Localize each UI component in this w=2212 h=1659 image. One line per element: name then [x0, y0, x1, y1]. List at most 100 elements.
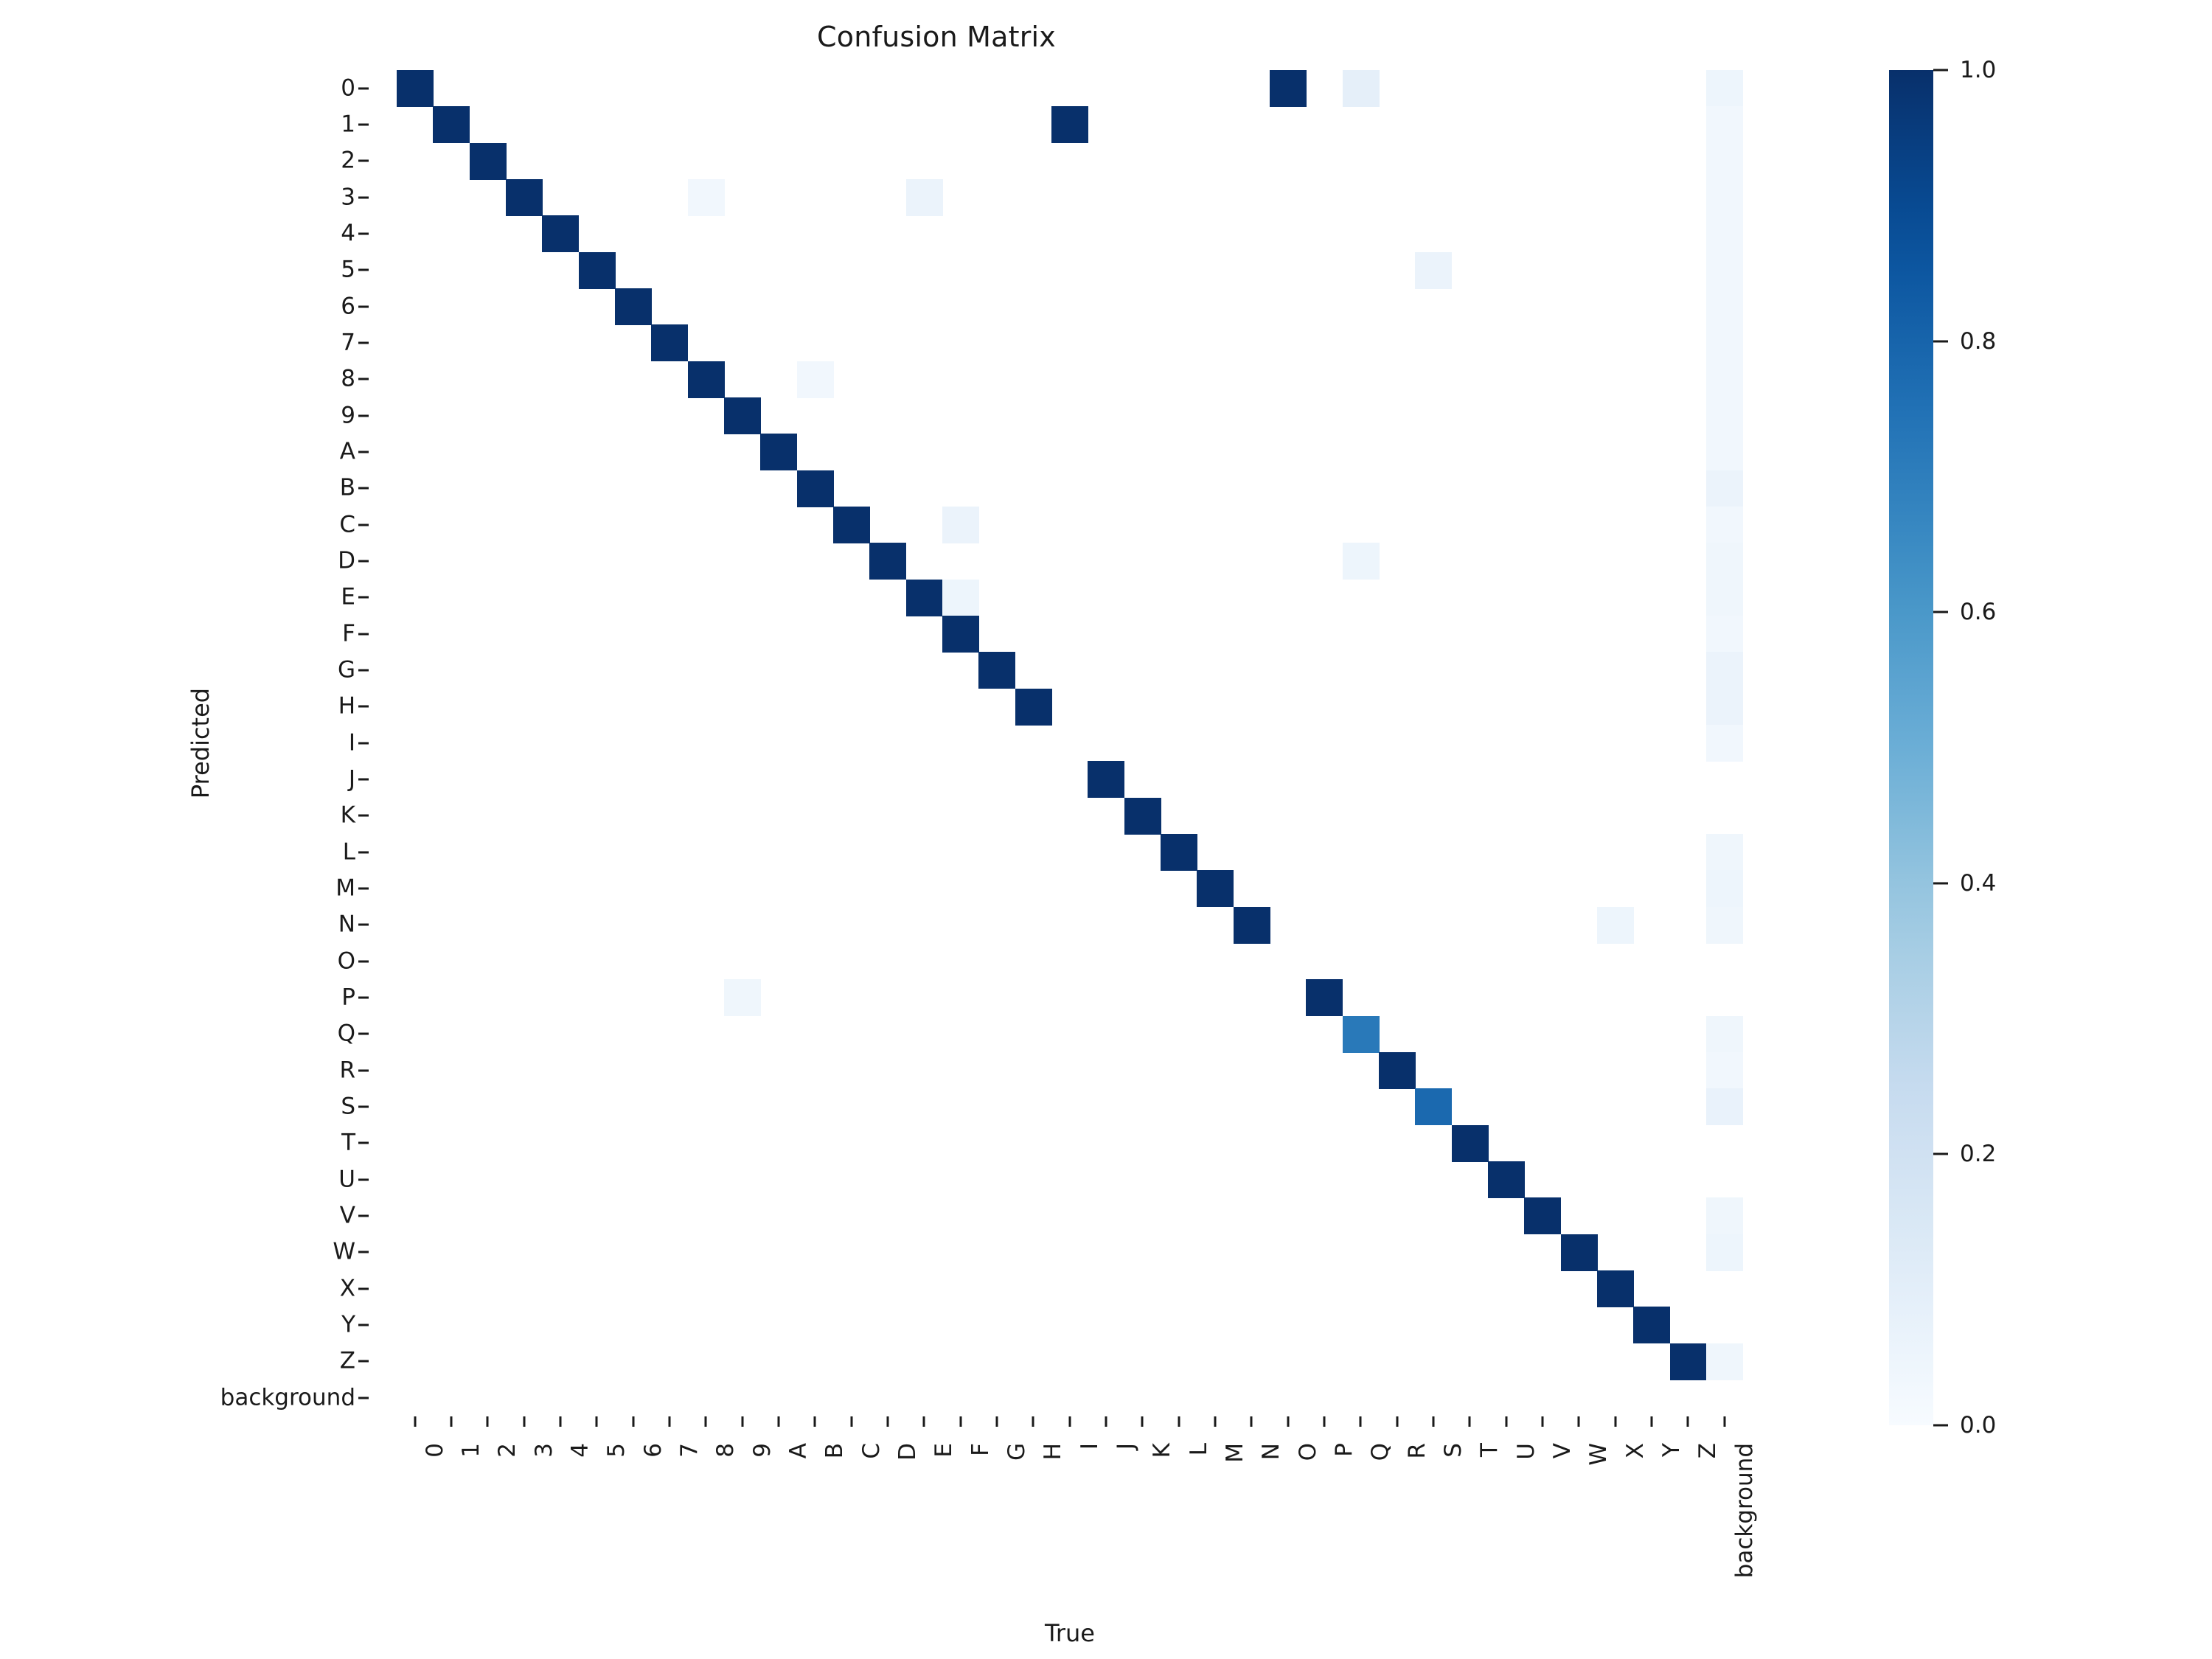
- y-tick-label: X: [339, 1275, 355, 1302]
- x-tick-mark: [414, 1416, 417, 1427]
- x-tick-label: E: [931, 1443, 958, 1458]
- heatmap-cell: [1270, 70, 1307, 107]
- colorbar-tick-label: 0.8: [1960, 327, 1997, 355]
- y-tick-label: M: [335, 874, 355, 902]
- colorbar-tick-mark: [1933, 69, 1948, 72]
- x-tick-mark: [1614, 1416, 1617, 1427]
- heatmap-cell: [1415, 1088, 1453, 1126]
- y-tick-label: P: [341, 984, 355, 1011]
- y-tick-label: 9: [341, 402, 355, 429]
- y-tick-mark: [358, 596, 369, 599]
- y-tick-label: background: [220, 1384, 355, 1411]
- y-tick-mark: [358, 378, 369, 380]
- heatmap-cell: [1706, 1052, 1744, 1090]
- heatmap-cell: [942, 507, 979, 543]
- heatmap-cell: [1342, 543, 1380, 580]
- x-tick-label: 2: [494, 1443, 521, 1458]
- y-tick-mark: [358, 887, 369, 890]
- y-tick-mark: [358, 996, 369, 999]
- y-tick-mark: [358, 960, 369, 963]
- x-tick-mark: [1505, 1416, 1508, 1427]
- x-tick-label: V: [1549, 1443, 1576, 1459]
- y-tick-label: R: [339, 1057, 355, 1084]
- heatmap-cell: [433, 106, 470, 144]
- heatmap-cell: [1706, 543, 1744, 580]
- x-tick-label: 4: [567, 1443, 594, 1458]
- y-tick-mark: [358, 1105, 369, 1108]
- x-tick-mark: [632, 1416, 635, 1427]
- y-tick-label: 7: [341, 329, 355, 356]
- y-tick-label: U: [338, 1166, 355, 1193]
- x-tick-mark: [1723, 1416, 1726, 1427]
- x-tick-label: A: [785, 1443, 813, 1459]
- y-tick-mark: [358, 1069, 369, 1072]
- x-tick-mark: [741, 1416, 744, 1427]
- x-tick-label: B: [821, 1443, 849, 1459]
- heatmap-cell: [1669, 1343, 1707, 1380]
- x-tick-mark: [559, 1416, 562, 1427]
- heatmap-cell: [578, 251, 616, 289]
- y-tick-label: I: [348, 729, 355, 757]
- colorbar-tick-mark: [1933, 340, 1948, 343]
- heatmap-cell: [1706, 1343, 1744, 1380]
- y-tick-mark: [358, 669, 369, 672]
- heatmap-cell: [651, 324, 689, 362]
- y-tick-mark: [358, 196, 369, 199]
- y-tick-label: 0: [341, 74, 355, 102]
- y-tick-mark: [358, 1141, 369, 1144]
- x-tick-mark: [1577, 1416, 1580, 1427]
- x-tick-mark: [777, 1416, 780, 1427]
- x-tick-mark: [450, 1416, 453, 1427]
- heatmap-cell: [1451, 1124, 1489, 1162]
- heatmap-cell: [1706, 906, 1744, 944]
- y-tick-mark: [358, 487, 369, 490]
- y-tick-mark: [358, 742, 369, 745]
- y-tick-label: O: [337, 947, 355, 975]
- heatmap-cell: [1706, 1088, 1744, 1126]
- y-tick-label: 6: [341, 293, 355, 320]
- heatmap-cell: [687, 179, 725, 216]
- x-tick-mark: [704, 1416, 707, 1427]
- x-tick-mark: [668, 1416, 671, 1427]
- x-tick-label: background: [1731, 1443, 1758, 1579]
- x-tick-mark: [1214, 1416, 1217, 1427]
- heatmap-cell: [1342, 1015, 1380, 1053]
- y-tick-label: Y: [341, 1311, 355, 1338]
- x-tick-mark: [1396, 1416, 1399, 1427]
- x-tick-label: C: [858, 1443, 885, 1459]
- x-tick-mark: [1068, 1416, 1071, 1427]
- heatmap-cell: [1706, 434, 1744, 471]
- heatmap-cell: [1488, 1161, 1526, 1199]
- colorbar-tick-mark: [1933, 1424, 1948, 1427]
- confusion-matrix-figure: Confusion Matrix 0123456789ABCDEFGHIJKLM…: [0, 0, 2212, 1659]
- x-tick-mark: [1141, 1416, 1144, 1427]
- y-tick-label: B: [339, 474, 355, 501]
- y-tick-label: Z: [339, 1347, 355, 1374]
- x-tick-mark: [1432, 1416, 1435, 1427]
- x-tick-mark: [1287, 1416, 1290, 1427]
- colorbar-tick-label: 0.0: [1960, 1412, 1997, 1439]
- x-tick-mark: [1468, 1416, 1471, 1427]
- y-tick-mark: [358, 633, 369, 636]
- x-tick-label: Q: [1367, 1443, 1394, 1461]
- heatmap-cell: [1706, 106, 1744, 144]
- heatmap-cell: [1706, 616, 1744, 653]
- y-tick-mark: [358, 814, 369, 817]
- x-tick-label: G: [1004, 1443, 1031, 1461]
- heatmap-cell: [1379, 1052, 1416, 1090]
- heatmap-cell: [1161, 834, 1198, 872]
- x-tick-label: S: [1440, 1443, 1467, 1458]
- heatmap-cell: [1306, 979, 1343, 1017]
- heatmap-cell: [1706, 1197, 1744, 1235]
- x-tick-label: U: [1512, 1443, 1540, 1460]
- heatmap-cell: [1560, 1234, 1598, 1271]
- heatmap-cell: [942, 616, 979, 653]
- x-tick-label: Y: [1658, 1443, 1686, 1457]
- heatmap-cell: [1706, 579, 1744, 616]
- x-tick-mark: [1359, 1416, 1362, 1427]
- x-tick-label: 7: [676, 1443, 703, 1458]
- y-tick-label: G: [337, 656, 355, 684]
- y-tick-mark: [358, 1360, 369, 1363]
- y-tick-label: L: [342, 838, 355, 866]
- heatmap-cell: [760, 434, 798, 471]
